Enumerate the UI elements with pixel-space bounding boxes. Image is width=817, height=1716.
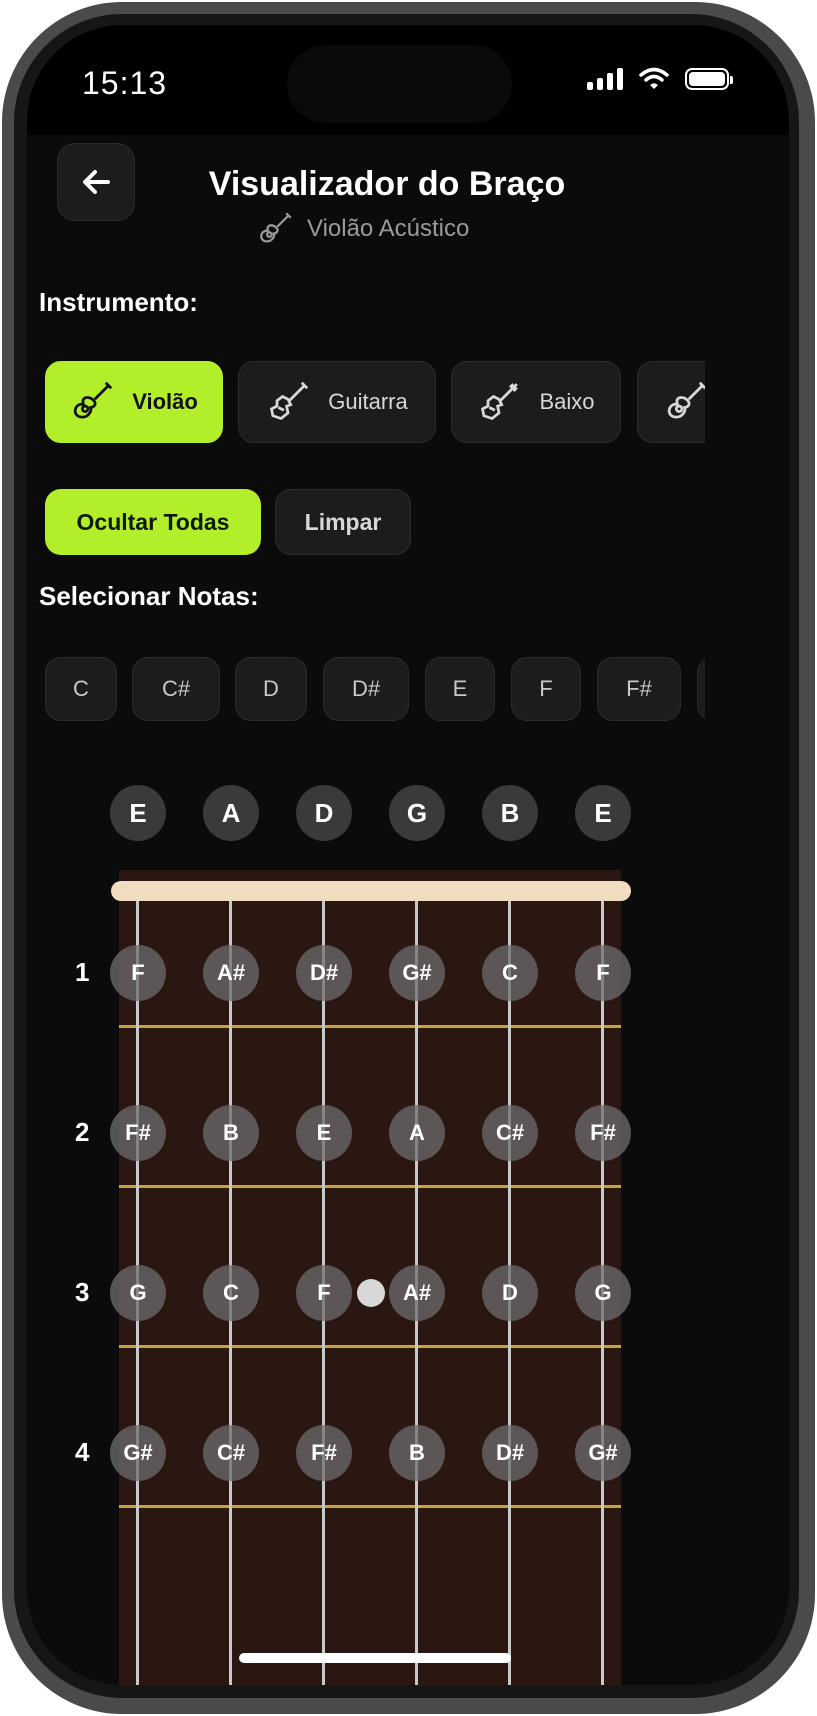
note-chip-c[interactable]: C	[45, 657, 117, 721]
fret-note[interactable]: D#	[482, 1425, 538, 1481]
status-time: 15:13	[82, 65, 168, 101]
fret-note[interactable]: C#	[482, 1105, 538, 1161]
fret-wire	[119, 1185, 621, 1188]
fretboard: E A D G B E 1 2 3 4 F A# D# G# C F F# B …	[27, 785, 789, 1685]
note-chip-f[interactable]: F	[511, 657, 581, 721]
status-icons	[587, 67, 733, 91]
instrument-label: Instrumento:	[39, 287, 198, 317]
bass-icon	[481, 383, 519, 421]
notes-label: Selecionar Notas:	[39, 581, 259, 611]
fret-note[interactable]: A	[389, 1105, 445, 1161]
open-string-note[interactable]: A	[203, 785, 259, 841]
fret-inlay-dot	[357, 1279, 385, 1307]
fret-note[interactable]: C	[203, 1265, 259, 1321]
open-string-note[interactable]: E	[110, 785, 166, 841]
fret-wire	[119, 1345, 621, 1348]
page-title: Visualizador do Braço	[208, 165, 566, 203]
fret-note[interactable]: G	[575, 1265, 631, 1321]
app-screen: 15:13 Visualizador do Braço Violão Acúst…	[27, 25, 789, 1685]
fret-number: 4	[75, 1437, 90, 1467]
status-bar: 15:13	[27, 25, 789, 135]
fretboard-wood	[119, 870, 621, 1685]
instrument-chip-more[interactable]	[637, 361, 705, 443]
fret-note[interactable]: A#	[203, 945, 259, 1001]
signal-icon	[587, 68, 623, 90]
fret-note[interactable]: G	[110, 1265, 166, 1321]
home-indicator[interactable]	[239, 1653, 511, 1663]
fret-note[interactable]: F	[110, 945, 166, 1001]
fret-wire	[119, 1505, 621, 1508]
fret-note[interactable]: G#	[575, 1425, 631, 1481]
note-chip-d[interactable]: D	[235, 657, 307, 721]
note-selector: C C# D D# E F F#	[45, 657, 705, 723]
fret-number: 3	[75, 1277, 90, 1307]
fret-note[interactable]: B	[203, 1105, 259, 1161]
note-chip-c-sharp[interactable]: C#	[132, 657, 220, 721]
fret-note[interactable]: E	[296, 1105, 352, 1161]
phone-frame: 15:13 Visualizador do Braço Violão Acúst…	[0, 0, 817, 1716]
clear-button[interactable]: Limpar	[275, 489, 411, 555]
fret-note[interactable]: D#	[296, 945, 352, 1001]
back-button[interactable]	[57, 143, 135, 221]
instrument-chip-guitarra[interactable]: Guitarra	[238, 361, 436, 443]
fret-note[interactable]: D	[482, 1265, 538, 1321]
wifi-icon	[639, 67, 669, 89]
open-string-note[interactable]: G	[389, 785, 445, 841]
instrument-chip-label: Baixo	[539, 389, 595, 414]
fret-note[interactable]: F#	[110, 1105, 166, 1161]
open-string-note[interactable]: D	[296, 785, 352, 841]
open-string-note[interactable]: B	[482, 785, 538, 841]
note-chip-d-sharp[interactable]: D#	[323, 657, 409, 721]
hide-all-button[interactable]: Ocultar Todas	[45, 489, 261, 555]
fret-note[interactable]: A#	[389, 1265, 445, 1321]
fret-note[interactable]: B	[389, 1425, 445, 1481]
subtitle-label: Violão Acústico	[307, 215, 470, 242]
instrument-chip-baixo[interactable]: Baixo	[451, 361, 621, 443]
instrument-selector: Violão Guitarra Baixo	[45, 361, 705, 445]
fret-number: 1	[75, 957, 90, 987]
acoustic-guitar-icon	[667, 381, 705, 419]
battery-icon	[685, 68, 733, 90]
fret-note[interactable]: C#	[203, 1425, 259, 1481]
note-chip-e[interactable]: E	[425, 657, 495, 721]
fret-note[interactable]: G#	[389, 945, 445, 1001]
fret-note[interactable]: F#	[575, 1105, 631, 1161]
guitar-nut	[111, 881, 631, 901]
fret-note[interactable]: F	[575, 945, 631, 1001]
guitar-icon	[260, 212, 292, 243]
instrument-chip-label: Guitarra	[328, 389, 408, 414]
electric-guitar-icon	[270, 381, 309, 421]
dynamic-island	[287, 45, 512, 123]
fret-note[interactable]: F	[296, 1265, 352, 1321]
fret-note[interactable]: F#	[296, 1425, 352, 1481]
fret-wire	[119, 1025, 621, 1028]
arrow-left-icon	[83, 170, 110, 194]
instrument-chip-violao[interactable]: Violão	[45, 361, 223, 443]
note-chip-more[interactable]	[697, 657, 705, 721]
note-chip-f-sharp[interactable]: F#	[597, 657, 681, 721]
instrument-chip-label: Violão	[132, 389, 198, 414]
fret-note[interactable]: G#	[110, 1425, 166, 1481]
fret-note[interactable]: C	[482, 945, 538, 1001]
open-string-note[interactable]: E	[575, 785, 631, 841]
fret-number: 2	[75, 1117, 90, 1147]
acoustic-guitar-icon	[73, 381, 113, 419]
page-subtitle: Violão Acústico	[257, 211, 469, 247]
